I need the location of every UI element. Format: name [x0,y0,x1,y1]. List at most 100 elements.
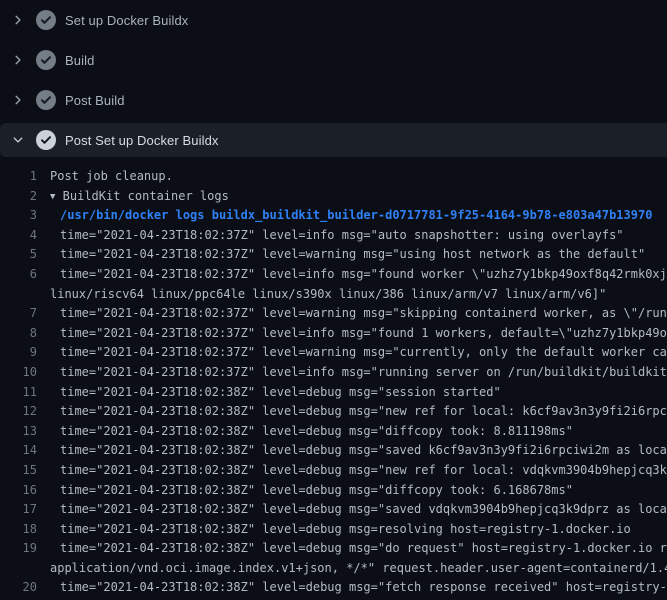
group-toggle-icon[interactable]: ▼ [50,188,55,207]
line-number[interactable]: 14 [0,441,37,461]
log-line: 4 time="2021-04-23T18:02:37Z" level=info … [0,226,667,246]
log-line-text: time="2021-04-23T18:02:38Z" level=debug … [37,383,501,403]
log-line: 17 time="2021-04-23T18:02:38Z" level=debu… [0,500,667,520]
line-number[interactable]: 4 [0,226,37,246]
chevron-right-icon [12,94,24,106]
line-number[interactable]: 17 [0,500,37,520]
log-line: 6 time="2021-04-23T18:02:37Z" level=info … [0,265,667,285]
log-line: 2▼ BuildKit container logs [0,187,667,207]
line-number[interactable]: 15 [0,461,37,481]
chevron-right-icon [12,54,24,66]
log-line: 5 time="2021-04-23T18:02:37Z" level=warni… [0,245,667,265]
step-label: Post Build [65,93,125,108]
chevron-down-icon [12,134,24,146]
log-line-text: time="2021-04-23T18:02:37Z" level=warnin… [37,304,667,324]
line-number[interactable]: 20 [0,578,37,598]
log-line-text: time="2021-04-23T18:02:38Z" level=debug … [37,481,573,501]
log-line: 3/usr/bin/docker logs buildx_buildkit_bu… [0,206,667,226]
log-line-text: time="2021-04-23T18:02:38Z" level=debug … [37,500,667,520]
log-line-text: Post job cleanup. [37,167,173,187]
log-line: 10 time="2021-04-23T18:02:37Z" level=info… [0,363,667,383]
log-container[interactable]: 1Post job cleanup.2▼ BuildKit container … [0,160,667,598]
log-text: time="2021-04-23T18:02:38Z" level=debug … [60,385,501,399]
chevron-right-icon [12,14,24,26]
line-number[interactable]: 16 [0,481,37,501]
line-number[interactable]: 11 [0,383,37,403]
log-line-text: time="2021-04-23T18:02:38Z" level=debug … [37,539,667,559]
line-number[interactable]: 5 [0,245,37,265]
log-line-text: time="2021-04-23T18:02:37Z" level=warnin… [37,245,645,265]
check-circle-icon [36,130,56,150]
log-text: time="2021-04-23T18:02:38Z" level=debug … [60,443,667,457]
log-line: 15 time="2021-04-23T18:02:38Z" level=debu… [0,461,667,481]
log-text: time="2021-04-23T18:02:38Z" level=debug … [60,424,573,438]
step-row-post-build[interactable]: Post Build [0,80,667,120]
check-circle-icon [36,50,56,70]
log-text: time="2021-04-23T18:02:37Z" level=warnin… [60,247,645,261]
log-line: 16 time="2021-04-23T18:02:38Z" level=debu… [0,481,667,501]
step-row-set-up-docker-buildx[interactable]: Set up Docker Buildx [0,0,667,40]
log-line-text: time="2021-04-23T18:02:38Z" level=debug … [37,461,667,481]
step-label: Post Set up Docker Buildx [65,133,219,148]
log-line-text: linux/riscv64 linux/ppc64le linux/s390x … [37,285,606,305]
step-label: Build [65,53,94,68]
log-text: time="2021-04-23T18:02:37Z" level=info m… [60,228,624,242]
log-line: 7 time="2021-04-23T18:02:37Z" level=warni… [0,304,667,324]
line-number[interactable]: 6 [0,265,37,285]
line-number[interactable]: 7 [0,304,37,324]
log-line: 19 time="2021-04-23T18:02:38Z" level=debu… [0,539,667,559]
log-text: linux/riscv64 linux/ppc64le linux/s390x … [50,287,606,301]
log-text: time="2021-04-23T18:02:38Z" level=debug … [60,580,667,594]
log-text: time="2021-04-23T18:02:38Z" level=debug … [60,522,631,536]
step-label: Set up Docker Buildx [65,13,188,28]
log-text: time="2021-04-23T18:02:37Z" level=info m… [60,326,667,340]
check-circle-icon [36,90,56,110]
actions-log-viewer: Set up Docker Buildx Build Post Build [0,0,667,600]
log-text: time="2021-04-23T18:02:37Z" level=info m… [60,365,667,379]
log-line: application/vnd.oci.image.index.v1+json,… [0,559,667,579]
log-line: 11 time="2021-04-23T18:02:38Z" level=debu… [0,383,667,403]
step-row-post-set-up-docker-buildx[interactable]: Post Set up Docker Buildx [0,120,667,160]
log-text: time="2021-04-23T18:02:38Z" level=debug … [60,502,667,516]
log-text: /usr/bin/docker logs buildx_buildkit_bui… [60,208,652,222]
log-line-text: time="2021-04-23T18:02:37Z" level=info m… [37,265,667,285]
line-number[interactable]: 1 [0,167,37,187]
log-line: linux/riscv64 linux/ppc64le linux/s390x … [0,285,667,305]
log-line: 14 time="2021-04-23T18:02:38Z" level=debu… [0,441,667,461]
line-number[interactable]: 18 [0,520,37,540]
log-text: Post job cleanup. [50,169,173,183]
log-text: time="2021-04-23T18:02:38Z" level=debug … [60,541,667,555]
log-text: time="2021-04-23T18:02:38Z" level=debug … [60,483,573,497]
log-line-text: time="2021-04-23T18:02:38Z" level=debug … [37,520,631,540]
line-number[interactable]: 19 [0,539,37,559]
log-text: time="2021-04-23T18:02:38Z" level=debug … [60,463,667,477]
line-number [0,285,37,305]
log-text: time="2021-04-23T18:02:37Z" level=info m… [60,267,667,281]
log-line: 12 time="2021-04-23T18:02:38Z" level=debu… [0,402,667,422]
line-number [0,559,37,579]
log-line: 13 time="2021-04-23T18:02:38Z" level=debu… [0,422,667,442]
step-row-build[interactable]: Build [0,40,667,80]
log-text: time="2021-04-23T18:02:37Z" level=warnin… [60,345,667,359]
check-circle-icon [36,10,56,30]
log-command-text: /usr/bin/docker logs buildx_buildkit_bui… [37,206,652,226]
log-line-text: time="2021-04-23T18:02:37Z" level=warnin… [37,343,667,363]
log-line: 20 time="2021-04-23T18:02:38Z" level=debu… [0,578,667,598]
log-line-text: ▼ BuildKit container logs [37,187,229,207]
log-line-text: time="2021-04-23T18:02:37Z" level=info m… [37,363,667,383]
line-number[interactable]: 9 [0,343,37,363]
log-line-text: time="2021-04-23T18:02:38Z" level=debug … [37,422,573,442]
steps-list: Set up Docker Buildx Build Post Build [0,0,667,160]
line-number[interactable]: 12 [0,402,37,422]
log-line-text: time="2021-04-23T18:02:38Z" level=debug … [37,402,667,422]
log-text: time="2021-04-23T18:02:37Z" level=warnin… [60,306,667,320]
log-text: BuildKit container logs [63,189,229,203]
line-number[interactable]: 8 [0,324,37,344]
line-number[interactable]: 2 [0,187,37,207]
log-line: 18 time="2021-04-23T18:02:38Z" level=debu… [0,520,667,540]
line-number[interactable]: 3 [0,206,37,226]
line-number[interactable]: 10 [0,363,37,383]
log-text: application/vnd.oci.image.index.v1+json,… [50,561,667,575]
line-number[interactable]: 13 [0,422,37,442]
log-text: time="2021-04-23T18:02:38Z" level=debug … [60,404,667,418]
